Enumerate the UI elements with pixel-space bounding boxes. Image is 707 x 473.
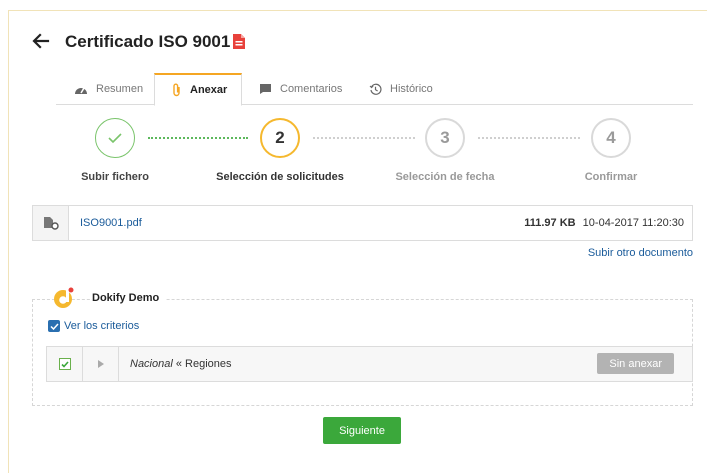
step-connector-1	[148, 137, 248, 139]
requirement-label: Nacional « Regiones	[130, 358, 232, 370]
company-name: Dokify Demo	[92, 292, 166, 304]
step-1-circle	[95, 118, 135, 158]
requirement-rest: « Regiones	[172, 358, 232, 370]
step-4-label: Confirmar	[584, 171, 638, 183]
tab-label: Comentarios	[280, 83, 343, 95]
file-meta: 111.97 KB 10-04-2017 11:20:30	[524, 217, 684, 229]
file-date: 10-04-2017 11:20:30	[582, 217, 684, 229]
comment-icon	[260, 84, 271, 94]
checkbox-checked-icon[interactable]	[48, 320, 60, 332]
history-icon	[369, 83, 382, 95]
step-1-label: Subir fichero	[81, 171, 149, 183]
step-2-circle: 2	[260, 118, 300, 158]
row-checkbox[interactable]	[58, 358, 71, 370]
paperclip-icon	[173, 83, 180, 97]
tab-bar: Resumen Anexar Comentarios Histórico	[56, 73, 693, 106]
tab-resumen[interactable]: Resumen	[74, 73, 164, 105]
dokify-logo-icon	[54, 287, 74, 308]
tab-comentarios[interactable]: Comentarios	[259, 73, 359, 105]
step-2-label: Selección de solicitudes	[216, 171, 344, 183]
tab-historico[interactable]: Histórico	[369, 73, 459, 105]
expand-cell	[83, 347, 119, 381]
pdf-file-icon	[233, 34, 245, 49]
expand-arrow-icon[interactable]	[97, 359, 105, 369]
view-criteria-checkbox[interactable]: Ver los criterios	[48, 320, 139, 332]
requirement-scope: Nacional	[130, 358, 173, 370]
row-select-cell	[47, 347, 83, 381]
tab-label: Resumen	[96, 83, 144, 95]
tab-anexar[interactable]: Anexar	[154, 73, 242, 106]
requirement-row: Nacional « Regiones Sin anexar	[46, 346, 693, 382]
page-title: Certificado ISO 9001	[65, 32, 231, 51]
step-connector-3	[478, 137, 580, 139]
uploaded-file-row: ISO9001.pdf 111.97 KB 10-04-2017 11:20:3…	[32, 205, 693, 241]
next-button[interactable]: Siguiente	[323, 417, 401, 444]
criteria-label: Ver los criterios	[64, 320, 140, 332]
upload-other-document-link[interactable]: Subir otro documento	[588, 247, 693, 259]
file-view-icon[interactable]	[43, 216, 59, 230]
step-4-circle: 4	[591, 118, 631, 158]
back-arrow-icon[interactable]	[31, 31, 51, 51]
tab-label: Anexar	[190, 84, 228, 96]
file-icon-cell	[33, 206, 69, 240]
sin-anexar-button[interactable]: Sin anexar	[597, 353, 674, 374]
dashboard-icon	[75, 87, 87, 94]
file-name-link[interactable]: ISO9001.pdf	[80, 217, 142, 229]
step-3-label: Selección de fecha	[395, 171, 495, 183]
check-icon	[108, 133, 122, 144]
step-connector-2	[313, 137, 415, 139]
step-3-circle: 3	[425, 118, 465, 158]
file-size: 111.97 KB	[524, 217, 576, 229]
tab-label: Histórico	[390, 83, 433, 95]
